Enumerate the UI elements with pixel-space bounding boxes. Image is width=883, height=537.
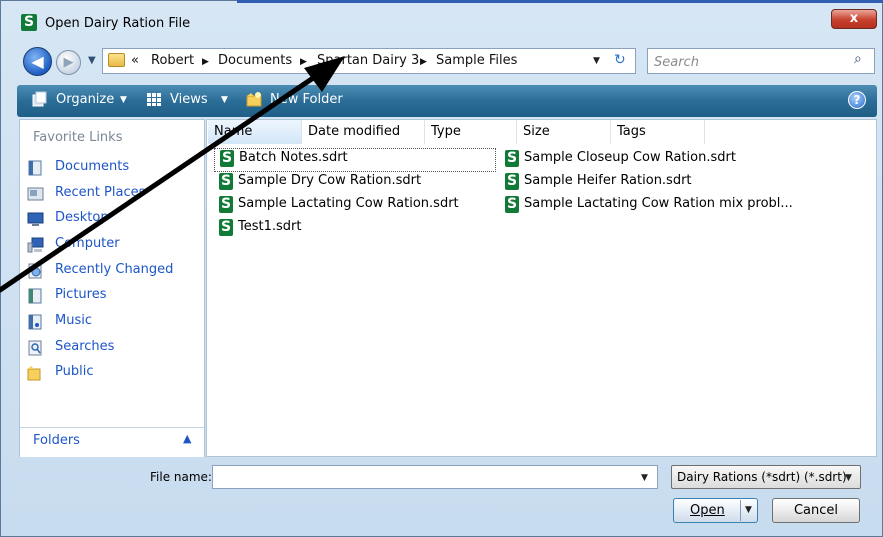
column-type[interactable]: Type (425, 120, 517, 144)
fav-label: Recently Changed (55, 262, 174, 277)
computer-icon (27, 237, 44, 253)
file-type-dropdown-icon[interactable]: ▼ (845, 473, 852, 483)
chevron-right-icon[interactable]: ▶ (300, 57, 307, 67)
column-size[interactable]: Size (517, 120, 611, 144)
fav-label: Searches (55, 339, 115, 354)
fav-label: Music (55, 313, 92, 328)
favorite-links-title: Favorite Links (33, 130, 123, 145)
file-name: Sample Lactating Cow Ration.sdrt (238, 196, 459, 211)
sdrt-file-icon: S (219, 173, 233, 190)
new-folder-button[interactable]: New Folder (270, 92, 343, 107)
searches-icon (28, 340, 42, 356)
file-name: Sample Closeup Cow Ration.sdrt (524, 150, 736, 165)
file-name: Sample Lactating Cow Ration mix probl... (524, 196, 793, 211)
file-item[interactable]: S Sample Closeup Cow Ration.sdrt (505, 149, 805, 171)
music-icon (28, 314, 42, 330)
file-name: Batch Notes.sdrt (239, 150, 348, 165)
back-button[interactable]: ◀ (23, 47, 52, 76)
file-item[interactable]: S Sample Heifer Ration.sdrt (505, 172, 805, 194)
breadcrumb-sample-files[interactable]: Sample Files (436, 53, 517, 68)
sdrt-file-icon: S (219, 219, 233, 236)
file-item[interactable]: S Batch Notes.sdrt (214, 148, 496, 172)
views-dropdown-icon[interactable]: ▼ (221, 95, 228, 105)
chevron-right-icon[interactable]: ▶ (420, 57, 427, 67)
file-item[interactable]: S Test1.sdrt (219, 218, 494, 240)
recently-changed-icon (28, 263, 42, 279)
file-item[interactable]: S Sample Lactating Cow Ration.sdrt (219, 195, 494, 217)
breadcrumb-spartan-dairy[interactable]: Spartan Dairy 3 (317, 53, 419, 68)
cancel-button[interactable]: Cancel (772, 498, 860, 523)
file-name: Sample Heifer Ration.sdrt (524, 173, 692, 188)
open-dropdown-icon[interactable]: ▼ (745, 505, 752, 515)
file-name-box[interactable] (212, 465, 658, 489)
breadcrumb-documents[interactable]: Documents (218, 53, 292, 68)
fav-label: Public (55, 364, 94, 379)
fav-label: Computer (55, 236, 120, 251)
sdrt-file-icon: S (505, 150, 519, 167)
sdrt-file-icon: S (220, 150, 234, 167)
fav-label: Documents (55, 159, 130, 174)
file-item[interactable]: S Sample Lactating Cow Ration mix probl.… (505, 195, 805, 217)
search-input[interactable] (652, 52, 846, 72)
file-name: Test1.sdrt (238, 219, 302, 234)
folder-icon (108, 53, 125, 67)
search-box[interactable] (647, 48, 875, 74)
file-name-label: File name: (150, 470, 212, 484)
desktop-icon (27, 212, 44, 226)
file-name-dropdown-icon[interactable]: ▼ (641, 473, 648, 483)
fav-label: Recent Places (55, 185, 146, 200)
pictures-icon (28, 288, 42, 304)
chevron-right-icon[interactable]: ▶ (202, 57, 209, 67)
fav-label: Pictures (55, 287, 107, 302)
close-button[interactable]: x (831, 9, 877, 29)
search-icon[interactable]: ⌕ (854, 51, 862, 67)
views-icon (147, 93, 161, 106)
organize-icon (32, 91, 47, 107)
history-dropdown-icon[interactable]: ▼ (88, 55, 96, 66)
sdrt-file-icon: S (505, 173, 519, 190)
sdrt-file-icon: S (505, 196, 519, 213)
address-dropdown-icon[interactable]: ▼ (593, 56, 600, 66)
file-name: Sample Dry Cow Ration.sdrt (238, 173, 422, 188)
forward-button[interactable]: ▶ (56, 50, 81, 75)
open-split-divider (740, 500, 741, 521)
new-folder-icon (246, 92, 262, 107)
organize-button[interactable]: Organize (56, 92, 114, 107)
views-button[interactable]: Views (170, 92, 208, 107)
refresh-icon[interactable]: ↻ (614, 52, 626, 68)
public-folder-icon (27, 366, 41, 381)
column-tags[interactable]: Tags (611, 120, 705, 144)
spartan-app-icon: S (21, 14, 37, 31)
help-icon[interactable]: ? (848, 91, 866, 109)
file-item[interactable]: S Sample Dry Cow Ration.sdrt (219, 172, 494, 194)
file-type-value: Dairy Rations (*sdrt) (*.sdrt) (677, 470, 847, 484)
file-name-input[interactable] (217, 468, 631, 488)
window-title: Open Dairy Ration File (45, 16, 191, 31)
sdrt-file-icon: S (219, 196, 233, 213)
fav-label: Desktop (55, 210, 109, 225)
folders-label[interactable]: Folders (33, 433, 80, 448)
documents-icon (28, 160, 42, 176)
column-date-modified[interactable]: Date modified (302, 120, 425, 144)
recent-places-icon (27, 187, 44, 201)
breadcrumb-robert[interactable]: Robert (151, 53, 194, 68)
open-label[interactable]: Open (690, 503, 725, 518)
column-name[interactable]: Name (208, 120, 302, 144)
chevron-up-icon[interactable]: ▲ (183, 432, 191, 445)
breadcrumb-overflow[interactable]: « (131, 53, 139, 68)
organize-dropdown-icon[interactable]: ▼ (120, 95, 127, 105)
